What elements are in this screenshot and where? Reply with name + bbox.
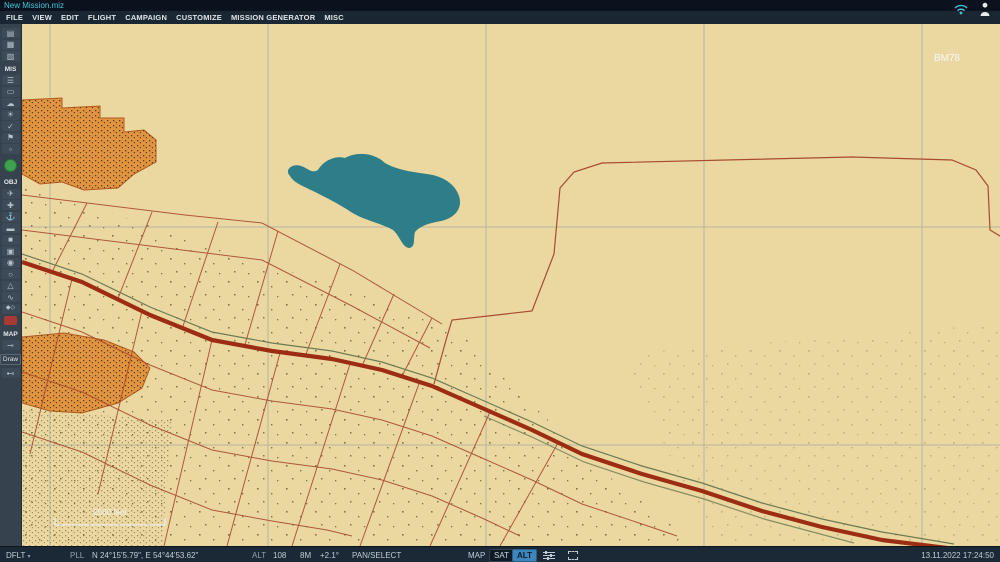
summary-icon[interactable]: ▫ [1,144,20,154]
menu-customize[interactable]: CUSTOMIZE [176,13,222,22]
sidebar-section-map: MAP [3,330,18,338]
briefing-icon[interactable]: ▭ [1,86,20,97]
menu-misc[interactable]: MISC [324,13,344,22]
farp-icon[interactable]: ◉ [1,257,20,268]
menu-flight[interactable]: FLIGHT [88,13,116,22]
title-bar: New Mission.miz [0,0,1000,11]
vehicle-group-icon[interactable]: ▬ [1,223,20,233]
measure-icon[interactable]: ⊷ [1,368,20,378]
sidebar-section-mis: MIS [4,65,17,73]
helicopter-group-icon[interactable]: ✚ [1,200,20,210]
ship-group-icon[interactable]: ⚓ [1,211,20,222]
camera-angle-value: +2.1° [320,551,339,560]
briefcase-icon[interactable]: ▨ [1,51,20,61]
menu-campaign[interactable]: CAMPAIGN [125,13,167,22]
datetime-readout: 13.11.2022 17:24:50 [921,551,994,560]
mode-indicator: PAN/SELECT [352,551,402,560]
goals-icon[interactable]: ✓ [1,121,20,131]
map-scale-label: 2000 feet [93,508,127,517]
menu-file[interactable]: FILE [6,13,23,22]
chevron-down-icon: ▾ [27,554,31,560]
delete-button[interactable] [4,316,17,325]
static-object-icon[interactable]: ■ [1,234,20,245]
left-toolbar: ▤ ▦ ▨ MIS ☰ ▭ ☁ ☀ ✓ ⚑ ▫ OBJ ✈ ✚ ⚓ ▬ ■ ▣ … [0,24,22,546]
grid-square-label: BM78 [934,53,961,64]
draw-button[interactable]: Draw [0,353,22,365]
mission-editor-window: New Mission.miz FILE VIEW EDIT FLIGHT CA… [0,0,1000,562]
coordinates-readout: N 24°15'5.79", E 54°44'53.62" [92,551,199,560]
coord-format-toggle[interactable]: PLL [70,551,84,560]
zoom-scale-value: 8M [300,551,312,560]
selection-box-icon[interactable] [566,550,580,560]
alt-value: 108 [273,551,287,560]
filters-icon[interactable] [542,550,556,560]
dashed-box-glyph [568,550,578,560]
sealane-icon[interactable]: △ [1,280,20,291]
alt-label: ALT [252,551,267,560]
save-icon[interactable]: ▦ [1,39,20,50]
markers-icon[interactable]: ◆◇ [1,303,20,314]
status-bar: DFLT ▾ PLL N 24°15'5.79", E 54°44'53.62"… [0,546,1000,562]
weather-icon[interactable]: ☁ [1,98,20,108]
menu-edit[interactable]: EDIT [61,13,79,22]
titlebar-status-icons [954,2,990,22]
sat-layer-button[interactable]: SAT [489,549,514,562]
menu-bar: FILE VIEW EDIT FLIGHT CAMPAIGN CUSTOMIZE… [0,11,1000,24]
profile-dropdown[interactable]: DFLT ▾ [6,551,31,560]
menu-mission-generator[interactable]: MISSION GENERATOR [231,13,315,22]
menu-view[interactable]: VIEW [32,13,52,22]
airplane-group-icon[interactable]: ✈ [1,188,20,199]
key-icon[interactable]: ⊸ [1,340,20,350]
map-canvas[interactable]: BM78 2000 feet [22,24,1000,546]
time-icon[interactable]: ☀ [1,109,20,120]
user-icon[interactable] [980,2,990,22]
trigger-zone-icon[interactable]: ○ [1,269,20,279]
add-unit-button[interactable] [4,158,17,172]
route-icon[interactable]: ∿ [1,292,20,302]
sidebar-section-obj: OBJ [3,179,18,186]
map-viewport: BM78 2000 feet [22,24,1000,546]
mission-options-icon[interactable]: ☰ [1,75,20,85]
map-layer-button[interactable]: MAP [468,551,485,560]
window-title: New Mission.miz [4,0,65,10]
wifi-icon[interactable] [954,2,968,20]
template-icon[interactable]: ▣ [1,246,20,256]
flag-icon[interactable]: ⚑ [1,132,20,143]
open-folder-icon[interactable]: ▤ [1,28,20,38]
alt-layer-button[interactable]: ALT [512,549,537,562]
profile-label: DFLT [6,551,26,560]
